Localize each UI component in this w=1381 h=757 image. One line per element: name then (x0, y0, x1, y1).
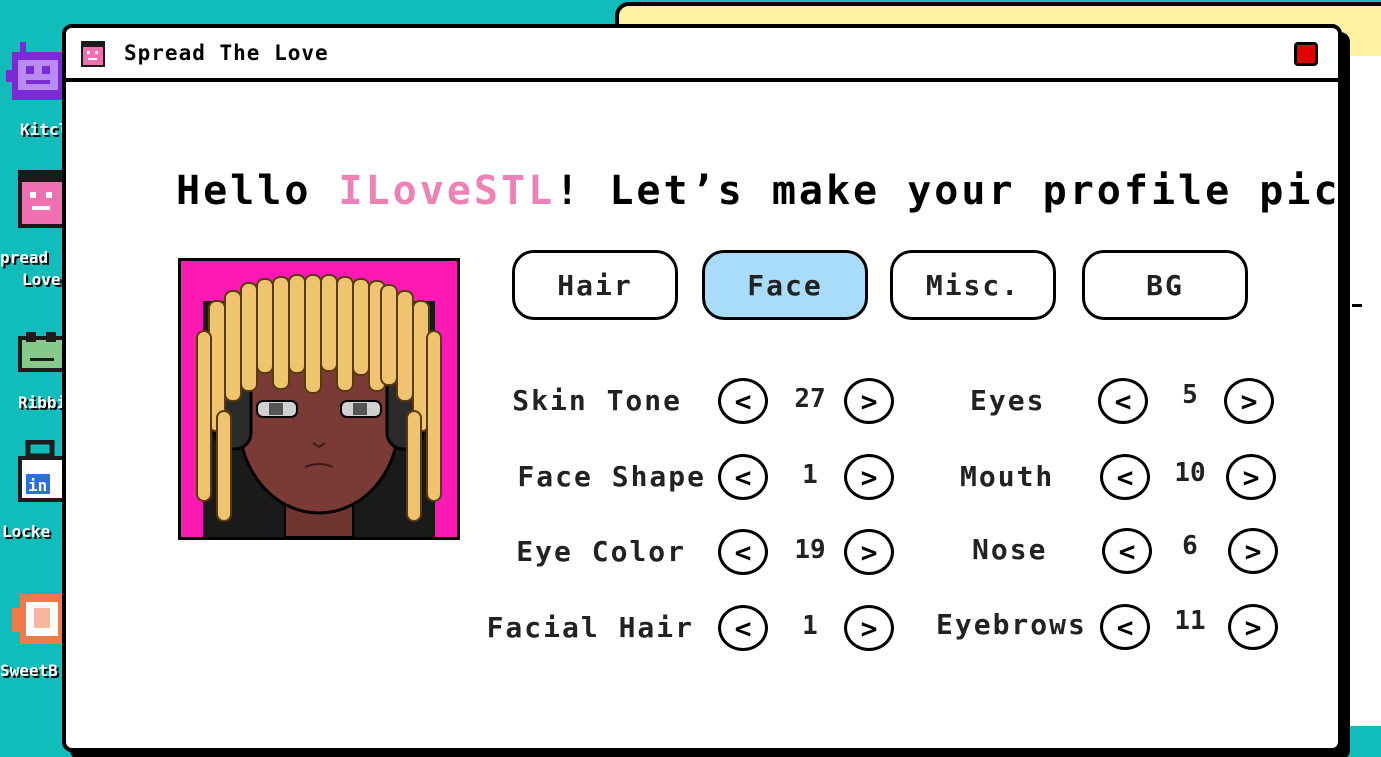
option-label: Nose (972, 533, 1048, 566)
mouth-value: 10 (1174, 458, 1206, 488)
desktop-icon-label: Ribbi (18, 393, 67, 412)
mouth-next-button[interactable]: > (1226, 454, 1276, 500)
desktop-icon-label: pread (0, 248, 49, 267)
greeting-heading: Hello ILoveSTL! Let’s make your profile … (176, 168, 1341, 214)
window-title: Spread The Love (124, 41, 329, 65)
sweet-bakery-icon (12, 594, 64, 644)
spread-the-love-app-icon (81, 41, 105, 67)
skin-tone-prev-button[interactable]: < (718, 378, 768, 424)
kitchen-icon (6, 42, 64, 100)
eyebrows-next-button[interactable]: > (1228, 604, 1278, 650)
facial-hair-value: 1 (802, 611, 818, 641)
eyebrows-prev-button[interactable]: < (1100, 604, 1150, 650)
username: ILoveSTL (338, 168, 556, 214)
spread-the-love-icon (18, 170, 64, 228)
ribbit-frog-icon (18, 332, 64, 372)
skin-tone-value: 27 (794, 384, 826, 414)
spread-the-love-window: Spread The Love Hello ILoveSTL! Let’s ma… (62, 24, 1342, 752)
option-label: Eyes (970, 384, 1046, 417)
svg-text:in: in (28, 476, 47, 495)
eyebrows-value: 11 (1174, 606, 1206, 636)
option-label: Mouth (960, 460, 1055, 493)
eye-color-prev-button[interactable]: < (718, 529, 768, 575)
desktop-icon-label: Kitcl (20, 120, 69, 139)
eye-color-next-button[interactable]: > (844, 529, 894, 575)
face-shape-value: 1 (802, 460, 818, 490)
option-label: Eyebrows (936, 608, 1087, 641)
greeting-prefix: Hello (176, 168, 339, 214)
option-label: Skin Tone (512, 384, 682, 417)
locked-in-bag-icon: in (18, 440, 64, 502)
tab-misc[interactable]: Misc. (890, 250, 1056, 320)
tab-face[interactable]: Face (702, 250, 868, 320)
mouth-prev-button[interactable]: < (1100, 454, 1150, 500)
tab-hair[interactable]: Hair (512, 250, 678, 320)
option-label: Eye Color (516, 535, 686, 568)
eyes-next-button[interactable]: > (1224, 378, 1274, 424)
eyes-value: 5 (1182, 380, 1198, 410)
face-shape-next-button[interactable]: > (844, 454, 894, 500)
desktop-icon-label: Locke (2, 522, 51, 541)
facial-hair-prev-button[interactable]: < (718, 605, 768, 651)
option-label: Facial Hair (486, 611, 694, 644)
avatar-portrait (196, 274, 442, 537)
nose-prev-button[interactable]: < (1102, 528, 1152, 574)
tab-bg[interactable]: BG (1082, 250, 1248, 320)
option-label: Face Shape (517, 460, 706, 493)
avatar-preview (178, 258, 460, 540)
eyes-prev-button[interactable]: < (1098, 378, 1148, 424)
skin-tone-next-button[interactable]: > (844, 378, 894, 424)
nose-value: 6 (1182, 531, 1198, 561)
close-button[interactable] (1294, 42, 1318, 66)
desktop-icon-label: SweetB (0, 661, 58, 680)
eye-color-value: 19 (794, 535, 826, 565)
title-bar[interactable]: Spread The Love (66, 28, 1338, 82)
nose-next-button[interactable]: > (1228, 528, 1278, 574)
face-shape-prev-button[interactable]: < (718, 454, 768, 500)
desktop-icon-label-line2: Love (22, 270, 61, 289)
background-window-mark (1352, 304, 1362, 307)
facial-hair-next-button[interactable]: > (844, 605, 894, 651)
greeting-suffix: ! Let’s make your profile picture. (555, 168, 1341, 214)
